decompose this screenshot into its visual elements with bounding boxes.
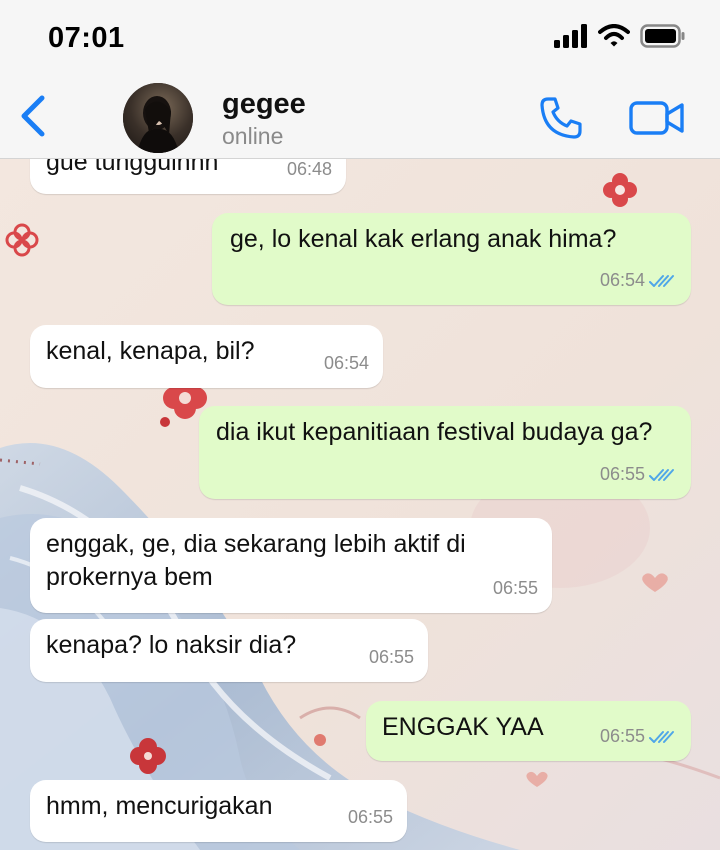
message-meta: 06:48 (287, 158, 332, 186)
phone-icon (540, 97, 582, 139)
cellular-signal-icon (554, 24, 587, 48)
message-text: hmm, mencurigakan (46, 792, 273, 820)
contact-status: online (222, 123, 284, 149)
double-check-icon (649, 274, 674, 287)
top-bar: 07:01 gegee online (0, 0, 720, 159)
double-check-icon (649, 468, 674, 481)
message-meta: 06:55 (493, 572, 538, 605)
message-time: 06:55 (368, 647, 414, 667)
message-time: 06:55 (599, 726, 645, 746)
message-bubble-incoming[interactable]: kenal, kenapa, bil? 06:54 (30, 325, 383, 388)
message-text: dia ikut kepanitiaan festival budaya ga? (216, 418, 653, 446)
message-meta: 06:55 (348, 801, 393, 834)
contact-avatar[interactable] (123, 83, 193, 153)
battery-icon (640, 24, 685, 48)
message-time: 06:54 (599, 270, 645, 290)
status-time: 07:01 (48, 22, 125, 54)
message-text: ge, lo kenal kak erlang anak hima? (230, 225, 617, 253)
status-icons (554, 24, 686, 48)
message-time: 06:55 (347, 807, 393, 827)
message-bubble-incoming[interactable]: enggak, ge, dia sekarang lebih aktif di … (30, 518, 552, 613)
message-meta: 06:55 (600, 720, 677, 753)
contact-name[interactable]: gegee (222, 88, 306, 121)
chevron-left-icon (21, 95, 45, 137)
message-meta: 06:54 (324, 347, 369, 380)
message-bubble-incoming[interactable]: hmm, mencurigakan 06:55 (30, 780, 407, 842)
message-meta: 06:55 (600, 458, 677, 491)
message-bubble-outgoing[interactable]: ge, lo kenal kak erlang anak hima? 06:54 (212, 213, 691, 305)
wifi-icon (598, 24, 630, 47)
message-meta: 06:55 (369, 641, 414, 674)
message-text: enggak, ge, dia sekarang lebih aktif di … (46, 530, 473, 591)
chat-area[interactable]: gue tungguinnn 06:48 ge, lo kenal kak er… (0, 158, 720, 850)
voice-call-button[interactable] (538, 95, 584, 141)
video-camera-icon (629, 101, 684, 135)
message-bubble-incoming[interactable]: gue tungguinnn 06:48 (30, 158, 346, 194)
message-bubble-incoming[interactable]: kenapa? lo naksir dia? 06:55 (30, 619, 428, 682)
back-button[interactable] (14, 92, 54, 140)
video-call-button[interactable] (628, 97, 686, 139)
message-time: 06:48 (286, 159, 332, 179)
message-text: kenapa? lo naksir dia? (46, 631, 297, 659)
message-text: kenal, kenapa, bil? (46, 337, 255, 365)
message-time: 06:55 (492, 578, 538, 598)
message-time: 06:55 (599, 464, 645, 484)
avatar-photo (123, 83, 193, 153)
message-bubble-outgoing[interactable]: ENGGAK YAA 06:55 (366, 701, 691, 761)
message-bubble-outgoing[interactable]: dia ikut kepanitiaan festival budaya ga?… (199, 406, 691, 499)
message-meta: 06:54 (600, 264, 677, 297)
message-time: 06:54 (323, 353, 369, 373)
double-check-icon (649, 730, 674, 743)
